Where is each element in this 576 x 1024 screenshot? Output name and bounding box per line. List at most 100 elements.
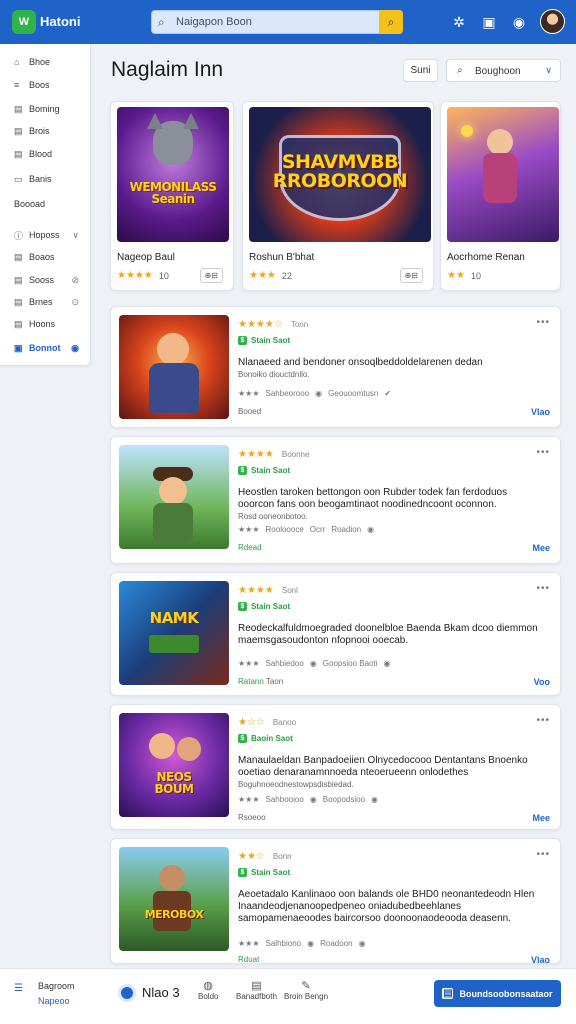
- filter-dropdown[interactable]: ⌕ Boughoon ∨: [446, 59, 561, 82]
- primary-action-button[interactable]: ▤ Boundsoobonsaataor: [434, 980, 561, 1007]
- view-button[interactable]: Vlao: [531, 955, 550, 965]
- rating: ★★★ 22: [249, 270, 292, 281]
- check-icon: ◉: [315, 389, 323, 398]
- top-bar: W Hatoni ⌕ Naigapon Boon ⌕ ✲ ▣ ◉: [0, 0, 576, 44]
- bottom-label: Bagroom: [38, 981, 75, 991]
- thumbnail-art-text: NEOS BOUM: [154, 770, 194, 796]
- sidebar-item-6[interactable]: Boooad: [0, 194, 91, 214]
- sidebar-item-9[interactable]: ▤ Sooss ⊘: [0, 270, 91, 290]
- sidebar-item-5[interactable]: ▭ Banis: [0, 169, 91, 189]
- star-icon: ★★★★: [117, 270, 153, 281]
- help-icon[interactable]: ◉: [509, 12, 529, 32]
- game-thumbnail: NEOS BOUM: [119, 713, 229, 817]
- game-thumbnail: [119, 315, 229, 419]
- sidebar-item-4[interactable]: ▤ Blood: [0, 144, 91, 164]
- view-button[interactable]: Voo: [534, 677, 550, 687]
- bottom-bar: ☰ Bagroom Napeoo Nlao 3 ◍ Boldo ▤ Banadfbo…: [0, 968, 576, 1024]
- sort-button[interactable]: Suni: [403, 59, 438, 82]
- rating: ★★★★☆ Tonn: [238, 319, 309, 330]
- list-icon: ≡: [14, 80, 20, 90]
- list-item[interactable]: MEROBOX ★★☆ Bonn ••• $ Stain Saot Aeoetada…: [110, 838, 561, 965]
- sidebar-item-1[interactable]: ≡ Boos: [0, 75, 91, 95]
- avatar[interactable]: [540, 9, 565, 34]
- view-button[interactable]: Mee: [532, 543, 550, 553]
- star-icon: ★★★★☆: [238, 319, 283, 330]
- notification-icon[interactable]: ▣: [479, 12, 499, 32]
- star-icon: ★★★★: [238, 585, 274, 596]
- sidebar-item-10[interactable]: ▤ Brnes ⊙: [0, 292, 91, 312]
- thumbnail-art-text: NAMK: [149, 609, 199, 627]
- home-icon: ⌂: [14, 57, 20, 67]
- view-button[interactable]: Mee: [532, 813, 550, 823]
- more-icon[interactable]: •••: [536, 447, 550, 458]
- star-icon: ★★★: [249, 270, 276, 281]
- count-label: Nlao 3: [142, 985, 180, 1000]
- search-button[interactable]: ⌕: [379, 10, 403, 34]
- info-icon: ⓘ: [14, 230, 24, 241]
- sidebar-item-8[interactable]: ▤ Boaos: [0, 247, 91, 267]
- item-meta: ★★★ Rooloooce Ocrr Roadion ◉: [238, 525, 375, 534]
- search-input[interactable]: Naigapon Boon: [176, 16, 252, 28]
- bookmark-icon[interactable]: ⊕⊟: [399, 268, 423, 283]
- star-icon: ★★★: [238, 525, 260, 534]
- menu-icon[interactable]: ☰: [14, 983, 23, 994]
- settings-icon[interactable]: ✲: [449, 12, 469, 32]
- list-item[interactable]: ★★★★☆ Tonn ••• $ Stain Saot Nlanaeed and b…: [110, 306, 561, 428]
- item-description: Reodeckalfuldmoegraded doonelbloe Baenda…: [238, 623, 538, 646]
- check-icon: ◉: [309, 795, 317, 804]
- featured-title: Nageop Baul: [117, 252, 175, 263]
- app-logo[interactable]: W Hatoni: [12, 9, 80, 34]
- tag-icon: $: [238, 336, 247, 345]
- rating: ★★★★ 10: [117, 270, 169, 281]
- sidebar-item-7[interactable]: ⓘ Hoposs ∨: [0, 225, 91, 245]
- sidebar-item-3[interactable]: ▤ Brois: [0, 121, 91, 141]
- list-item[interactable]: NEOS BOUM ★☆☆ Banoo ••• $ Baoin Saot Manau…: [110, 704, 561, 830]
- star-icon: ★★★: [238, 659, 260, 668]
- star-icon: ★★★: [238, 795, 260, 804]
- tab-broin[interactable]: ✎ Broin Bengn: [284, 979, 328, 1001]
- item-description: Heostlen taroken bettongon oon Rubder to…: [238, 487, 508, 521]
- thumbnail-art-text: MEROBOX: [144, 908, 204, 921]
- featured-card-1[interactable]: SHAVMVBB RROBOROON Roshun B'bhat ★★★ 22 ⊕…: [242, 101, 434, 291]
- bottom-link[interactable]: Napeoo: [38, 996, 70, 1006]
- sidebar: ⌂ Bhoe ≡ Boos ▤ Boming ▤ Brois ▤ Blood ▭ Banis…: [0, 44, 91, 366]
- tab-banadfboth[interactable]: ▤ Banadfboth: [236, 979, 277, 1001]
- bookmark-icon[interactable]: ⊕⊟: [199, 268, 223, 283]
- item-footer: Rsoeoo: [238, 813, 266, 822]
- logo-text: Hatoni: [40, 14, 81, 29]
- item-description: Nlanaeed and bendoner onsoqlbeddoldelare…: [238, 357, 483, 379]
- item-description: Aeoetadalo Kanlinaoo oon balands ole BHD…: [238, 889, 535, 924]
- sidebar-item-12[interactable]: ▣ Bonnot ◉: [0, 338, 91, 358]
- sidebar-item-2[interactable]: ▤ Boming: [0, 99, 91, 119]
- tag-icon: $: [238, 734, 247, 743]
- item-footer: Booed: [238, 407, 262, 416]
- item-meta: ★★★ Sahbeorooo ◉ Geouoomtusn ✔: [238, 389, 392, 398]
- check-icon: ◉: [309, 659, 317, 668]
- view-button[interactable]: Vlao: [531, 407, 550, 417]
- sidebar-item-11[interactable]: ▤ Hoons: [0, 314, 91, 334]
- filter-label: Boughoon: [475, 66, 521, 77]
- sidebar-item-0[interactable]: ⌂ Bhoe: [0, 52, 91, 72]
- more-icon[interactable]: •••: [536, 849, 550, 860]
- check-icon: ◉: [383, 659, 391, 668]
- item-meta: ★★★ Sahbooioo ◉ Boopodsioo ◉: [238, 795, 379, 804]
- check-icon: ◉: [307, 939, 315, 948]
- game-thumbnail: WEMONILASS Seanin: [117, 107, 229, 242]
- tab-boldo[interactable]: ◍ Boldo: [198, 979, 218, 1001]
- list-item[interactable]: ★★★★ Boonne ••• $ Stain Saot Heostlen taro…: [110, 436, 561, 564]
- doc-icon: ▤: [14, 125, 23, 136]
- more-icon[interactable]: •••: [536, 715, 550, 726]
- more-icon[interactable]: •••: [536, 583, 550, 594]
- logo-icon: W: [12, 9, 36, 34]
- list-item[interactable]: NAMK ★★★★ Sonl ••• $ Stain Saot Reodeckalf…: [110, 572, 561, 696]
- star-icon: ★★★: [238, 939, 260, 948]
- search-bar[interactable]: ⌕ Naigapon Boon ⌕: [151, 10, 403, 34]
- thumbnail-art-text: SHAVMVBB RROBOROON: [272, 151, 408, 192]
- featured-card-2[interactable]: Aocrhome Renan ★★ 10: [440, 101, 561, 291]
- item-description: Manaulaeldan Banpadoeiien Olnycedocooo D…: [238, 755, 528, 789]
- more-icon[interactable]: •••: [536, 317, 550, 328]
- featured-card-0[interactable]: WEMONILASS Seanin Nageop Baul ★★★★ 10 ⊕⊟: [110, 101, 234, 291]
- doc-icon: ▤: [14, 103, 23, 114]
- featured-title: Roshun B'bhat: [249, 252, 315, 263]
- rating: ★★★★ Boonne: [238, 449, 310, 460]
